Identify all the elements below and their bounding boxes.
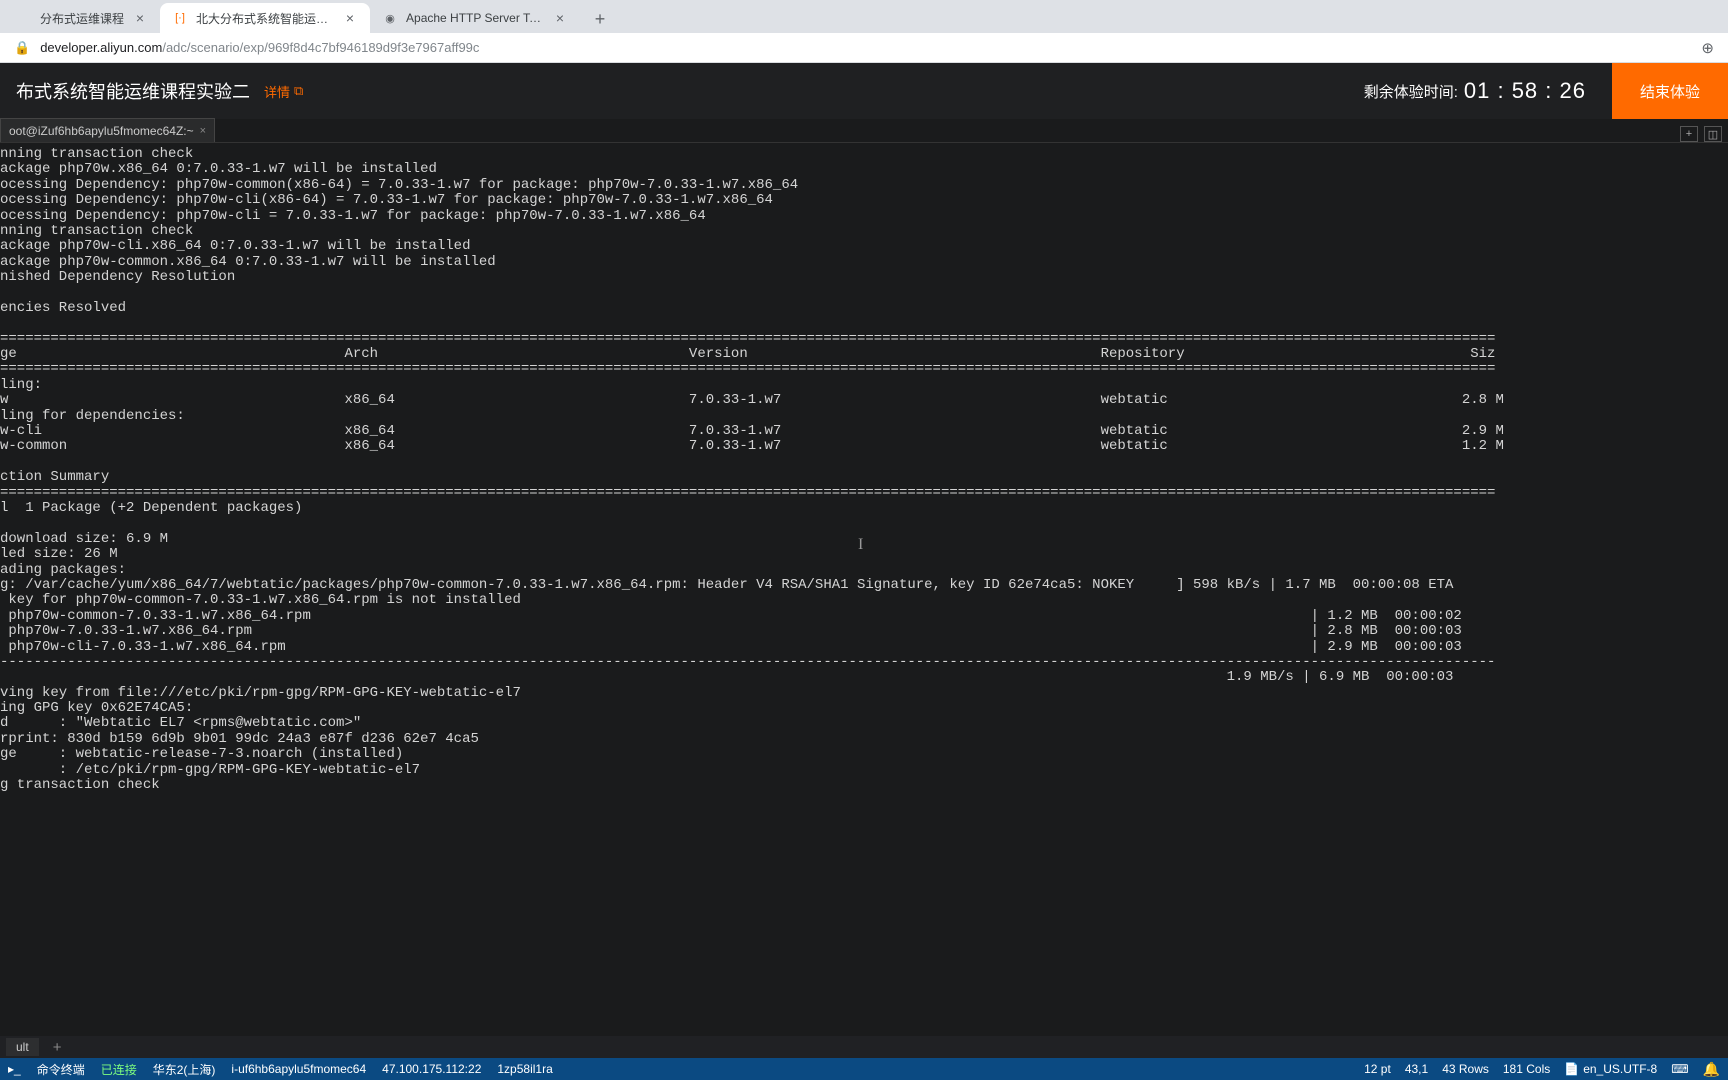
tab-title: 分布式运维课程: [40, 10, 124, 27]
status-connected: 已连接: [101, 1061, 137, 1078]
detail-label: 详情: [264, 82, 290, 101]
favicon: [·]: [172, 10, 188, 26]
url-input[interactable]: developer.aliyun.com/adc/scenario/exp/96…: [40, 40, 1691, 55]
text-cursor-icon: I: [858, 536, 863, 554]
browser-tab-strip: 分布式运维课程 × [·] 北大分布式系统智能运维课程实 × ◉ Apache …: [0, 0, 1728, 33]
terminal-icon: ▸_: [8, 1062, 21, 1076]
tab-title: Apache HTTP Server Test Pag…: [406, 11, 544, 25]
close-icon[interactable]: ×: [200, 125, 206, 137]
split-terminal-button[interactable]: ◫: [1704, 126, 1722, 142]
add-session-button[interactable]: +: [43, 1039, 72, 1056]
terminal-tab[interactable]: oot@iZuf6hb6apylu5fmomec64Z:~ ×: [0, 118, 215, 142]
session-tab-bar: ult +: [0, 1036, 1728, 1058]
session-tab[interactable]: ult: [6, 1038, 39, 1056]
status-bar: ▸_ 命令终端 已连接 华东2(上海) i-uf6hb6apylu5fmomec…: [0, 1058, 1728, 1080]
add-terminal-button[interactable]: +: [1680, 126, 1698, 142]
page-header: 布式系统智能运维课程实验二 详情 ⧉ 剩余体验时间: 01 : 58 : 26 …: [0, 63, 1728, 119]
close-icon[interactable]: ×: [342, 10, 358, 26]
close-icon[interactable]: ×: [552, 10, 568, 26]
end-experience-button[interactable]: 结束体验: [1612, 63, 1728, 119]
status-cursor-pos: 43,1: [1405, 1062, 1428, 1076]
status-ip: 47.100.175.112:22: [382, 1062, 481, 1076]
detail-link[interactable]: 详情 ⧉: [264, 82, 303, 101]
close-icon[interactable]: ×: [132, 10, 148, 26]
new-tab-button[interactable]: +: [586, 5, 614, 33]
status-encoding[interactable]: 📄 en_US.UTF-8: [1564, 1062, 1657, 1076]
page-title: 布式系统智能运维课程实验二: [16, 78, 250, 104]
url-path: /adc/scenario/exp/969f8d4c7bf946189d9f3e…: [162, 40, 479, 55]
terminal-output[interactable]: nning transaction check ackage php70w.x8…: [0, 143, 1728, 793]
favicon: ◉: [382, 10, 398, 26]
status-cols: 181 Cols: [1503, 1062, 1550, 1076]
lock-icon[interactable]: 🔒: [14, 40, 30, 56]
status-instance: i-uf6hb6apylu5fmomec64: [231, 1062, 366, 1076]
status-region: 华东2(上海): [153, 1061, 216, 1078]
browser-tab-3[interactable]: ◉ Apache HTTP Server Test Pag… ×: [370, 3, 580, 33]
status-terminal-label: 命令终端: [37, 1061, 85, 1078]
bell-icon[interactable]: 🔔: [1703, 1061, 1720, 1078]
status-rows: 43 Rows: [1442, 1062, 1489, 1076]
status-font-size[interactable]: 12 pt: [1364, 1062, 1391, 1076]
terminal-tab-bar: oot@iZuf6hb6apylu5fmomec64Z:~ × + ◫: [0, 119, 1728, 143]
terminal-tab-label: oot@iZuf6hb6apylu5fmomec64Z:~: [9, 124, 194, 138]
favicon: [16, 10, 32, 26]
browser-tab-1[interactable]: 分布式运维课程 ×: [4, 3, 160, 33]
countdown-value: 01 : 58 : 26: [1464, 78, 1586, 104]
expand-icon: ⧉: [294, 83, 303, 99]
status-session-id: 1zp58il1ra: [497, 1062, 552, 1076]
countdown-label: 剩余体验时间:: [1364, 81, 1458, 102]
tab-title: 北大分布式系统智能运维课程实: [196, 10, 334, 27]
browser-tab-2[interactable]: [·] 北大分布式系统智能运维课程实 ×: [160, 3, 370, 33]
url-host: developer.aliyun.com: [40, 40, 162, 55]
search-icon[interactable]: ⊕: [1701, 39, 1714, 57]
address-bar: 🔒 developer.aliyun.com/adc/scenario/exp/…: [0, 33, 1728, 63]
keyboard-icon[interactable]: ⌨: [1671, 1062, 1688, 1076]
